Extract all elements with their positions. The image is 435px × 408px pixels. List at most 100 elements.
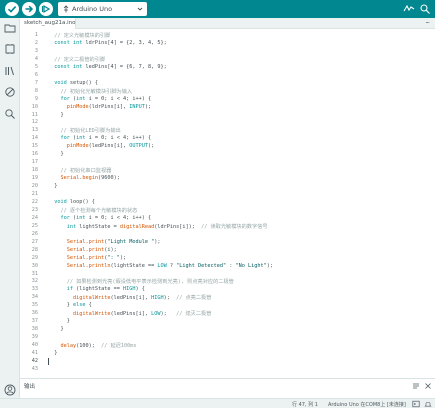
board-status[interactable]: Arduino Uno 在COM8上 [未连接] — [328, 401, 406, 408]
line-number: 7 — [34, 79, 38, 86]
sketchbook-button[interactable] — [4, 22, 16, 34]
code-text: for (int i = 0; i < 4; i++) { — [60, 214, 152, 221]
code-editor[interactable]: 1 // 定义光敏模块的引脚 2 const int ldrPins[4] = {… — [20, 29, 435, 378]
board-icon — [5, 44, 15, 54]
line-number: 21 — [31, 191, 38, 197]
line-number: 27 — [31, 238, 38, 245]
line-number: 22 — [31, 198, 38, 205]
code-text: pinMode(ldrPins[i], INPUT); — [66, 103, 152, 110]
arrow-right-icon — [25, 5, 34, 13]
bell-icon — [424, 402, 432, 407]
library-manager-button[interactable] — [4, 65, 16, 77]
line-number: 1 — [34, 32, 38, 38]
output-panel-title: 输出 — [24, 384, 36, 390]
chevron-down-icon — [137, 7, 143, 11]
line-number: 4 — [34, 55, 38, 62]
boards-manager-button[interactable] — [4, 43, 16, 55]
code-text: } — [48, 350, 58, 356]
line-number: 13 — [31, 127, 38, 134]
upload-button[interactable] — [22, 2, 36, 16]
clear-output-button[interactable] — [412, 382, 420, 390]
line-number: 28 — [31, 246, 38, 253]
line-number: 8 — [34, 87, 38, 94]
code-text: } — [48, 111, 64, 118]
line-number: 19 — [31, 175, 38, 182]
account-button[interactable] — [4, 384, 16, 396]
line-number: 42 — [31, 357, 38, 364]
line-number: 35 — [31, 302, 38, 309]
search-panel-button[interactable] — [4, 108, 16, 120]
code-text: void loop() { — [54, 198, 95, 205]
verify-button[interactable] — [5, 2, 19, 16]
board-selector[interactable]: Arduino Uno — [58, 2, 147, 16]
code-text: Serial.print(i); — [66, 246, 117, 253]
line-number: 10 — [31, 103, 38, 110]
code-text: Serial.println(lightState == LOW ? "Ligh… — [66, 262, 273, 269]
code-text: // 如果检测到光亮(假设低电平表示检测到光亮), 则点亮对应的二极管 — [66, 279, 234, 286]
tab-label: sketch_aug21a.ino — [24, 20, 76, 26]
line-number: 14 — [31, 135, 38, 142]
line-number: 2 — [34, 39, 38, 46]
line-number: 12 — [31, 119, 38, 126]
line-number: 31 — [31, 270, 38, 277]
code-text: // 定义光敏模块的引脚 — [54, 33, 111, 39]
line-number: 23 — [31, 206, 38, 213]
notifications-button[interactable] — [424, 400, 432, 408]
line-number: 30 — [31, 262, 38, 269]
code-text: for (int i = 0; i < 4; i++) { — [60, 95, 152, 102]
close-output-button[interactable] — [424, 382, 432, 390]
activity-bar — [0, 18, 20, 398]
tab-sketch[interactable]: sketch_aug21a.ino — [20, 18, 76, 29]
search-icon — [5, 109, 15, 119]
code-text: Serial.begin(9600); — [60, 175, 120, 182]
code-text: } — [48, 318, 70, 325]
toolbar: Arduino Uno — [0, 0, 435, 18]
debug-button[interactable] — [39, 2, 53, 16]
tab-bar: sketch_aug21a.ino ··· — [20, 18, 435, 29]
code-text: int lightState = digitalRead(ldrPins[i])… — [66, 223, 268, 230]
code-text: const int ledPins[4] = {6, 7, 8, 9}; — [54, 63, 167, 70]
line-number: 29 — [31, 254, 38, 261]
usb-icon — [63, 5, 69, 13]
code-text: delay(100); // 延迟100ms — [60, 343, 137, 350]
code-text: pinMode(ledPins[i], OUTPUT); — [66, 143, 155, 150]
code-text: // 初始化光敏模块引脚为输入 — [60, 88, 133, 95]
line-number: 15 — [31, 143, 38, 150]
line-number: 38 — [31, 326, 38, 333]
debug-panel-button[interactable] — [4, 86, 16, 98]
code-text: Serial.print(": "); — [66, 254, 127, 261]
search-icon — [420, 4, 430, 14]
line-number: 33 — [31, 286, 38, 293]
code-text: } — [48, 326, 64, 333]
debug-icon — [41, 4, 51, 14]
user-icon — [4, 384, 16, 396]
code-text: } — [48, 183, 58, 190]
output-toggle-button[interactable] — [412, 400, 420, 408]
line-number: 36 — [31, 310, 38, 317]
line-number: 17 — [31, 159, 38, 166]
code-text: if (lightState == HIGH) { — [66, 286, 145, 293]
line-number: 39 — [31, 334, 38, 341]
code-text: for (int i = 0; i < 4; i++) { — [60, 135, 152, 142]
code-text: const int ldrPins[4] = {2, 3, 4, 5}; — [54, 39, 167, 46]
plotter-icon — [403, 4, 415, 12]
code-text: // 逐个检测每个光敏模块的状态 — [60, 207, 138, 214]
text-cursor — [48, 357, 49, 365]
line-number: 3 — [34, 47, 38, 54]
tab-menu-button[interactable]: ··· — [425, 19, 430, 27]
line-number: 43 — [31, 365, 38, 372]
list-icon — [413, 383, 419, 389]
folder-icon — [4, 24, 16, 33]
serial-monitor-button[interactable] — [419, 3, 431, 15]
code-text: // 初始化LED引脚为输出 — [60, 128, 121, 135]
code-text: void setup() { — [54, 79, 98, 86]
line-number: 32 — [31, 278, 38, 285]
code-text: Serial.print("Light Module "); — [66, 238, 161, 245]
line-number: 41 — [31, 350, 38, 356]
code-text: } — [48, 151, 64, 158]
serial-plotter-button[interactable] — [403, 3, 415, 15]
line-number: 5 — [34, 63, 38, 70]
code-text: // 初始化串口监视器 — [60, 168, 112, 175]
code-text: // 定义二极管的引脚 — [54, 56, 106, 63]
line-number: 37 — [31, 318, 38, 325]
